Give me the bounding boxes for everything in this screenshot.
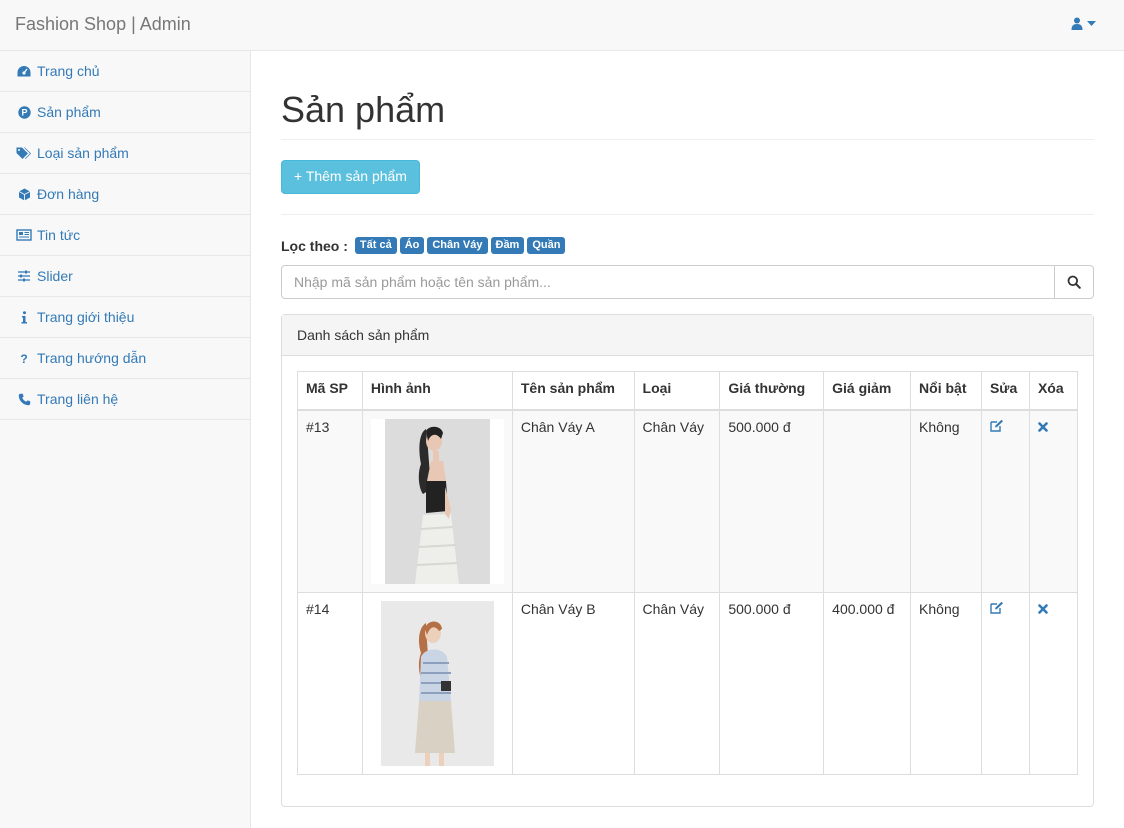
product-name: Chân Váy A: [511, 409, 635, 593]
sidebar-item-contact[interactable]: Trang liên hệ: [0, 379, 250, 420]
sidebar-item-label: Trang chủ: [37, 63, 100, 79]
close-icon: [1038, 603, 1048, 614]
sidebar-item-label: Tin tức: [37, 227, 81, 243]
newspaper-icon: [16, 227, 32, 243]
edit-button[interactable]: [990, 419, 1004, 435]
edit-button[interactable]: [990, 601, 1004, 617]
phone-icon: [16, 391, 32, 407]
column-header: Hình ảnh: [361, 371, 513, 411]
column-header: Giá thường: [719, 371, 825, 411]
product-price: 500.000 đ: [719, 591, 825, 775]
sidebar-item-label: Đơn hàng: [37, 186, 100, 202]
product-table: Mã SP Hình ảnh Tên sản phẩm Loại Giá thư…: [297, 371, 1079, 775]
brand-title[interactable]: Fashion Shop | Admin: [15, 14, 191, 35]
filter-label: Lọc theo :: [281, 237, 348, 254]
table-header: Mã SP Hình ảnh Tên sản phẩm Loại Giá thư…: [297, 371, 1079, 411]
product-icon: P: [16, 104, 32, 120]
search-icon: [1067, 275, 1081, 289]
user-menu[interactable]: [1071, 17, 1096, 30]
product-price: 500.000 đ: [719, 409, 825, 593]
sidebar: Trang chủ P Sản phẩm Loại sản phẩm Đơn h…: [0, 51, 251, 828]
product-featured: Không: [910, 409, 982, 593]
main-content: Sản phẩm + Thêm sản phẩm Lọc theo : Tất …: [281, 51, 1094, 807]
panel-title: Danh sách sản phẩm: [282, 315, 1093, 356]
delete-cell: [1028, 591, 1079, 775]
delete-cell: [1028, 409, 1079, 593]
table-row: #13 Chân Váy A Chân Váy 500.000 đ Không: [297, 409, 1079, 593]
product-type: Chân Váy: [633, 591, 721, 775]
edit-icon: [990, 601, 1003, 614]
product-list-panel: Danh sách sản phẩm Mã SP Hình ảnh Tên sả…: [281, 314, 1094, 807]
page-title: Sản phẩm: [281, 90, 1094, 140]
delete-button[interactable]: [1038, 419, 1048, 435]
question-icon: ?: [16, 350, 32, 366]
filter-pants[interactable]: Quần: [527, 237, 566, 254]
column-header: Loại: [633, 371, 721, 411]
product-image-cell: [361, 409, 513, 593]
sidebar-item-categories[interactable]: Loại sản phẩm: [0, 133, 250, 174]
cube-icon: [16, 186, 32, 202]
product-type: Chân Váy: [633, 409, 721, 593]
sidebar-item-orders[interactable]: Đơn hàng: [0, 174, 250, 215]
column-header: Nổi bật: [910, 371, 982, 411]
sidebar-item-news[interactable]: Tin tức: [0, 215, 250, 256]
sidebar-item-products[interactable]: P Sản phẩm: [0, 92, 250, 133]
sliders-icon: [16, 268, 32, 284]
product-sale-price: [823, 409, 912, 593]
sidebar-item-label: Sản phẩm: [37, 104, 101, 120]
add-product-button[interactable]: + Thêm sản phẩm: [281, 160, 420, 194]
svg-text:P: P: [21, 107, 27, 117]
product-image[interactable]: [370, 600, 504, 766]
sidebar-item-label: Slider: [37, 268, 73, 284]
column-header: Tên sản phẩm: [511, 371, 635, 411]
sidebar-item-about[interactable]: Trang giới thiệu: [0, 297, 250, 338]
top-navbar: Fashion Shop | Admin: [0, 0, 1124, 51]
filter-bar: Lọc theo : Tất cả Áo Chân Váy Đầm Quần: [281, 237, 1094, 254]
column-header: Giá giảm: [823, 371, 912, 411]
sidebar-item-label: Loại sản phẩm: [37, 145, 129, 161]
dashboard-icon: [16, 63, 32, 79]
filter-dresses[interactable]: Đầm: [490, 237, 525, 254]
search-group: [281, 265, 1094, 299]
column-header: Xóa: [1028, 371, 1079, 411]
column-header: Mã SP: [297, 371, 363, 411]
divider: [281, 214, 1094, 215]
product-id: #13: [297, 409, 363, 593]
delete-button[interactable]: [1038, 601, 1048, 617]
edit-icon: [990, 419, 1003, 432]
sidebar-item-label: Trang liên hệ: [37, 391, 119, 407]
product-name: Chân Váy B: [511, 591, 635, 775]
product-sale-price: 400.000 đ: [823, 591, 912, 775]
sidebar-item-label: Trang hướng dẫn: [37, 350, 147, 366]
search-input[interactable]: [281, 265, 1055, 299]
info-icon: [16, 309, 32, 325]
filter-skirts[interactable]: Chân Váy: [427, 237, 488, 254]
table-row: #14 Chân Váy B Chân Váy 500.000 đ 400.00…: [297, 591, 1079, 775]
product-featured: Không: [910, 591, 982, 775]
caret-down-icon: [1087, 20, 1096, 26]
edit-cell: [980, 591, 1030, 775]
edit-cell: [980, 409, 1030, 593]
close-icon: [1038, 421, 1048, 432]
tags-icon: [16, 145, 32, 161]
product-id: #14: [297, 591, 363, 775]
product-image[interactable]: [370, 418, 504, 584]
svg-text:?: ?: [20, 352, 27, 365]
sidebar-item-slider[interactable]: Slider: [0, 256, 250, 297]
column-header: Sửa: [980, 371, 1030, 411]
sidebar-item-label: Trang giới thiệu: [37, 309, 135, 325]
search-button[interactable]: [1055, 265, 1094, 299]
sidebar-item-home[interactable]: Trang chủ: [0, 51, 250, 92]
filter-all[interactable]: Tất cả: [354, 237, 397, 254]
product-image-cell: [361, 591, 513, 775]
sidebar-item-guide[interactable]: ? Trang hướng dẫn: [0, 338, 250, 379]
filter-shirts[interactable]: Áo: [399, 237, 425, 254]
user-icon: [1071, 17, 1083, 30]
